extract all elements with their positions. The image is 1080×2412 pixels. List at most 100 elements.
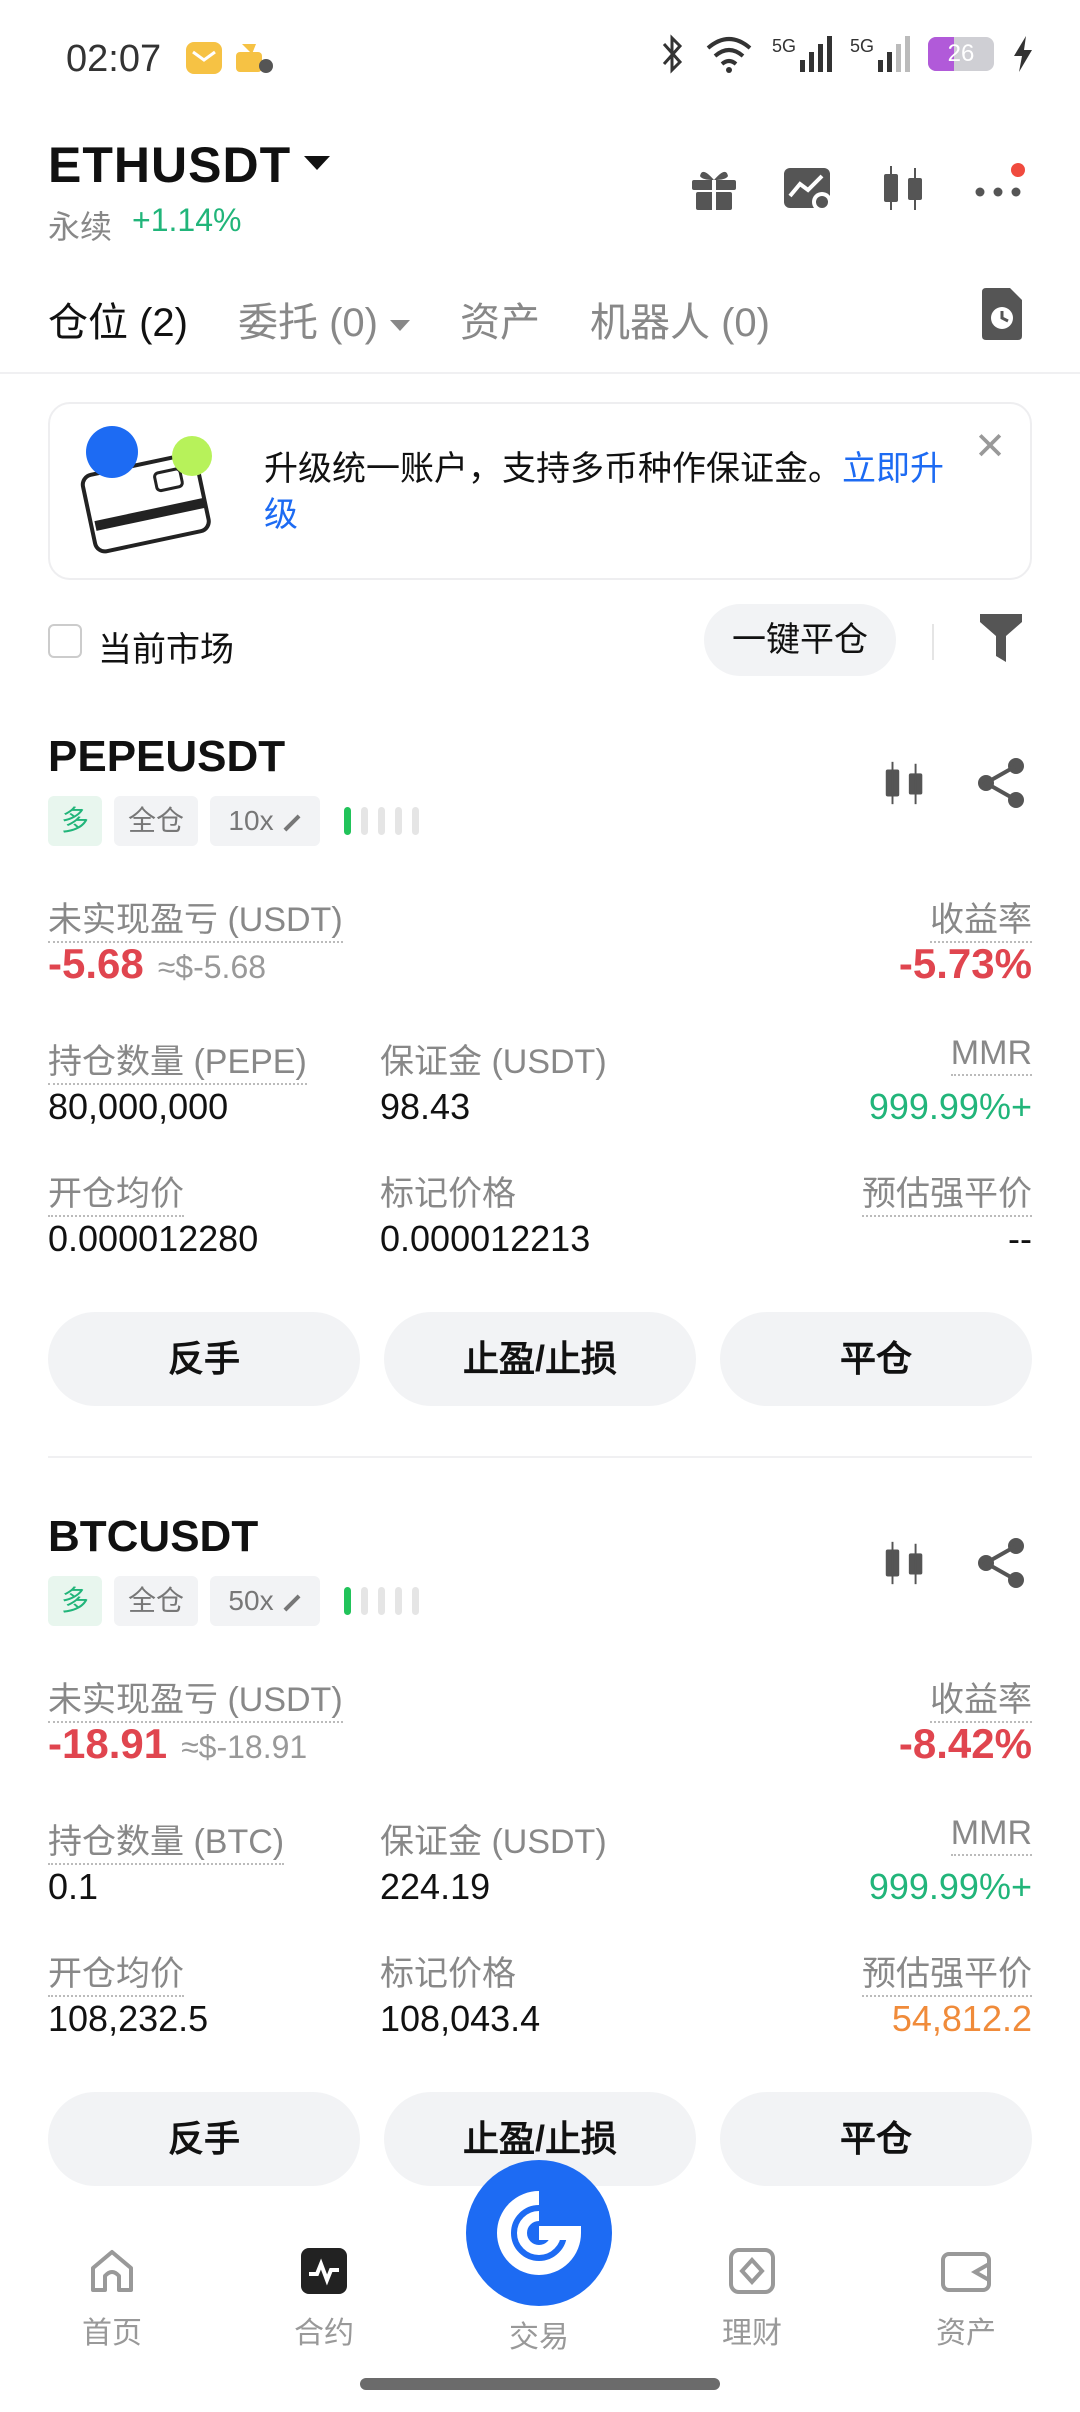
home-icon [91, 2250, 133, 2292]
pnl-row: -18.91 ≈$-18.91 [48, 1720, 307, 1768]
chart-settings-icon[interactable] [782, 162, 834, 214]
pnl-approx-usd: ≈$-18.91 [181, 1729, 308, 1765]
edit-icon [283, 814, 301, 832]
pair-title[interactable]: ETHUSDT [48, 136, 291, 194]
more-icon[interactable] [974, 162, 1026, 214]
entry-price-value: 108,232.5 [48, 1998, 209, 2039]
tabs-divider [0, 372, 1080, 374]
pair-subtitle: 永续 +1.14% [48, 202, 241, 248]
banner-text: 升级统一账户，支持多币种作保证金。 [264, 450, 842, 488]
filter-icon[interactable] [978, 612, 1024, 664]
earn-icon [729, 2248, 775, 2294]
reverse-button[interactable]: 反手 [48, 1312, 360, 1406]
price-change: +1.14% [132, 202, 242, 238]
gift-icon[interactable] [688, 162, 740, 214]
signal-5g-1: 5G [772, 36, 832, 72]
liq-price-label: 预估强平价 [862, 1175, 1032, 1217]
entry-label-wrap: 开仓均价 [48, 1166, 184, 1217]
roe-label-wrap: 收益率 [930, 892, 1032, 943]
risk-meter [344, 1586, 419, 1616]
candlestick-icon[interactable] [880, 756, 930, 810]
mark-price-label: 标记价格 [380, 1955, 516, 1993]
nav-home[interactable]: 首页 [32, 2246, 192, 2352]
candlestick-icon[interactable] [880, 1536, 930, 1590]
roe-label: 收益率 [930, 901, 1032, 943]
margin-label: 保证金 (USDT) [380, 1823, 607, 1861]
close-position-button[interactable]: 平仓 [720, 2092, 1032, 2186]
position-size-label: 持仓数量 (BTC) [48, 1823, 285, 1865]
mark-price-value: 108,043.4 [380, 1998, 541, 2039]
trade-icon [497, 2191, 582, 2275]
home-indicator[interactable] [360, 2378, 720, 2390]
position-size-label: 持仓数量 (PEPE) [48, 1043, 307, 1085]
nav-earn-label: 理财 [722, 2317, 782, 2350]
close-icon[interactable]: ✕ [974, 424, 1006, 469]
tab-positions[interactable]: 仓位 (2) [48, 290, 188, 348]
futures-icon [301, 2248, 347, 2294]
mmr-value: 999.99%+ [868, 1086, 1032, 1127]
entry-price-value: 0.000012280 [48, 1218, 259, 1259]
close-position-button[interactable]: 平仓 [720, 1312, 1032, 1406]
filter-divider [932, 624, 934, 660]
candlestick-icon[interactable] [878, 162, 930, 214]
nav-futures[interactable]: 合约 [244, 2246, 404, 2352]
mark-price-value: 0.000012213 [380, 1218, 591, 1259]
entry-price-label: 开仓均价 [48, 1955, 184, 1997]
mmr-label-wrap: MMR [950, 1814, 1032, 1856]
nav-trade-label[interactable]: 交易 [466, 2312, 612, 2356]
position-symbol[interactable]: PEPEUSDT [48, 732, 285, 782]
history-icon[interactable] [980, 288, 1024, 340]
nav-assets[interactable]: 资产 [886, 2246, 1046, 2352]
tab-bots[interactable]: 机器人 (0) [590, 290, 770, 348]
margin-label: 保证金 (USDT) [380, 1043, 607, 1081]
unrealized-pnl-label: 未实现盈亏 (USDT) [48, 901, 343, 943]
liq-price-value: -- [1008, 1218, 1032, 1259]
nav-home-label: 首页 [82, 2317, 142, 2350]
liq-price-label: 预估强平价 [862, 1955, 1032, 1997]
status-time: 02:07 [66, 38, 162, 80]
roe-value: -5.73% [898, 940, 1032, 987]
leverage-value: 10x [228, 805, 274, 836]
wifi-icon [706, 37, 752, 73]
chevron-down-icon [390, 319, 410, 331]
pnl-approx-usd: ≈$-5.68 [157, 949, 267, 985]
nav-earn[interactable]: 理财 [672, 2246, 832, 2352]
margin-mode-badge: 全仓 [114, 796, 198, 846]
liq-label-wrap: 预估强平价 [862, 1946, 1032, 1997]
current-market-checkbox[interactable] [48, 624, 82, 658]
current-market-label: 当前市场 [98, 631, 234, 669]
tab-orders[interactable]: 委托 (0) [238, 290, 410, 348]
mark-label-wrap: 标记价格 [380, 1166, 516, 1215]
mmr-value: 999.99%+ [868, 1866, 1032, 1907]
mmr-label: MMR [950, 1034, 1032, 1076]
edit-icon [283, 1594, 301, 1612]
share-icon[interactable] [976, 756, 1026, 810]
signal-5g-2: 5G [850, 36, 910, 72]
risk-meter [344, 806, 419, 836]
tpsl-button[interactable]: 止盈/止损 [384, 1312, 696, 1406]
leverage-value: 50x [228, 1585, 274, 1616]
margin-value: 224.19 [380, 1866, 491, 1907]
mmr-label-wrap: MMR [950, 1034, 1032, 1076]
app-notification-icon [236, 44, 273, 73]
leverage-badge[interactable]: 10x [210, 796, 320, 846]
signal-icon [799, 36, 832, 72]
signal-icon [878, 36, 910, 72]
pnl-label-wrap: 未实现盈亏 (USDT) [48, 1672, 343, 1723]
margin-mode-badge: 全仓 [114, 1576, 198, 1626]
tab-assets[interactable]: 资产 [460, 290, 540, 348]
entry-price-label: 开仓均价 [48, 1175, 184, 1217]
leverage-badge[interactable]: 50x [210, 1576, 320, 1626]
share-icon[interactable] [976, 1536, 1026, 1590]
size-label-wrap: 持仓数量 (BTC) [48, 1814, 285, 1865]
chevron-down-icon[interactable] [304, 156, 330, 170]
margin-label-wrap: 保证金 (USDT) [380, 1814, 607, 1863]
position-size-value: 0.1 [48, 1866, 99, 1907]
position-symbol[interactable]: BTCUSDT [48, 1512, 258, 1562]
reverse-button[interactable]: 反手 [48, 2092, 360, 2186]
mark-label-wrap: 标记价格 [380, 1946, 516, 1995]
trade-button[interactable] [466, 2160, 612, 2306]
battery-indicator: 26 [928, 37, 994, 71]
liq-price-value: 54,812.2 [891, 1998, 1032, 2039]
close-all-button[interactable]: 一键平仓 [704, 604, 896, 676]
